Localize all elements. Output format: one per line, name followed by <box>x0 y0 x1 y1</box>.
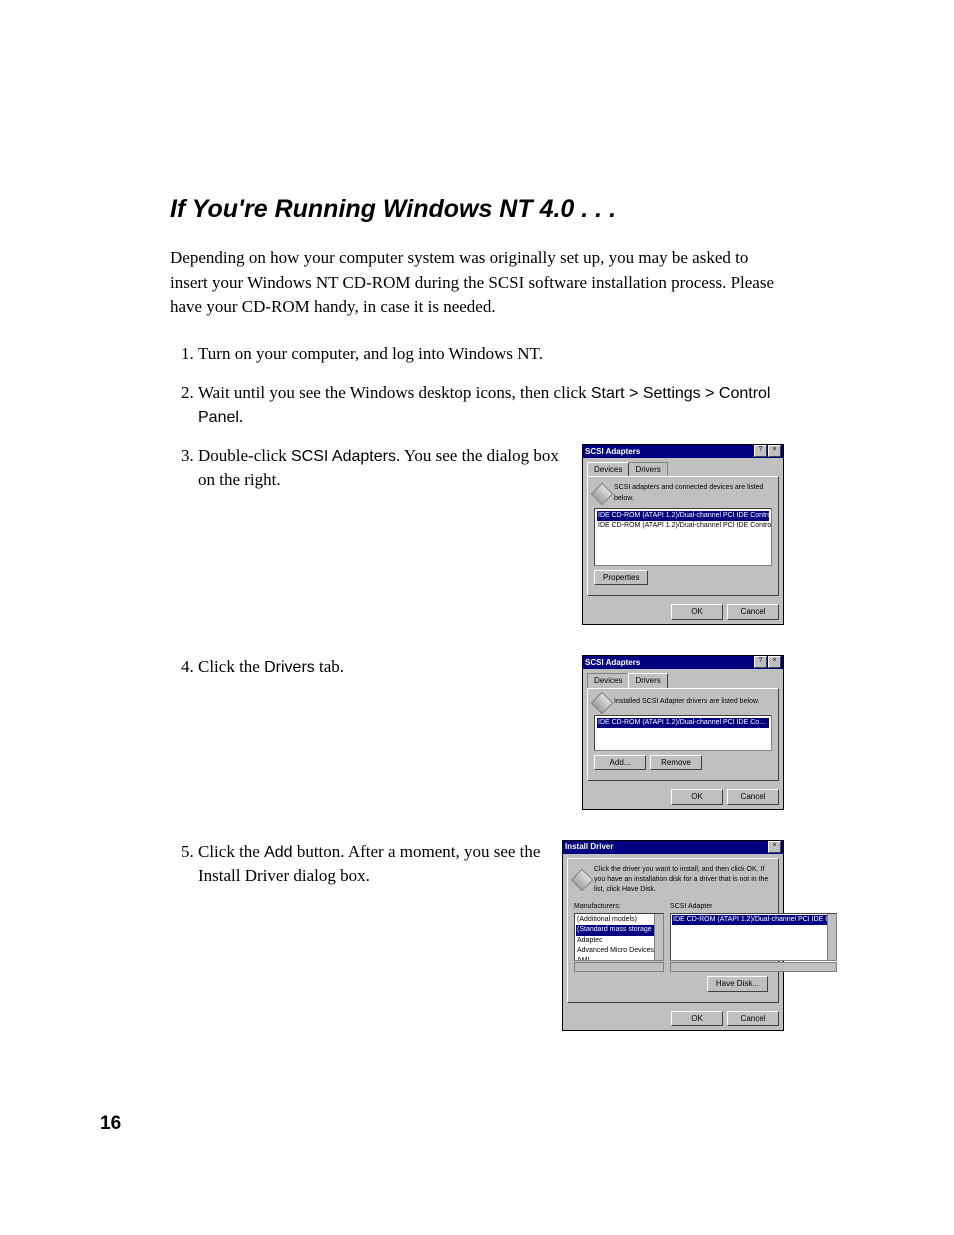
dialog1-description: SCSI adapters and connected devices are … <box>614 483 772 503</box>
dialog1-title: SCSI Adapters <box>585 446 753 458</box>
mfr-item[interactable]: (Additional models) <box>576 915 662 925</box>
driver-item-1[interactable]: IDE CD-ROM (ATAPI 1.2)/Dual-channel PCI … <box>597 718 769 728</box>
step-5-ui: Add <box>264 844 292 861</box>
step-3-text-a: Double-click <box>198 446 291 465</box>
close-icon[interactable]: × <box>768 656 781 668</box>
tab-drivers[interactable]: Drivers <box>628 673 667 688</box>
driver-name: IDE CD-ROM (ATAPI 1.2)/Dual-channel PCI … <box>598 719 765 726</box>
cancel-button[interactable]: Cancel <box>727 1011 779 1027</box>
cancel-button[interactable]: Cancel <box>727 604 779 620</box>
have-disk-button[interactable]: Have Disk... <box>707 976 768 992</box>
step-4-ui: Drivers <box>264 659 315 676</box>
step-5: Click the Add button. After a moment, yo… <box>198 840 784 1048</box>
dialog3-description: Click the driver you want to install, an… <box>594 865 772 895</box>
close-icon[interactable]: × <box>768 841 781 853</box>
scrollbar[interactable] <box>670 962 837 972</box>
page-number: 16 <box>100 1113 121 1135</box>
cancel-button[interactable]: Cancel <box>727 789 779 805</box>
remove-button[interactable]: Remove <box>650 755 702 771</box>
tab-drivers[interactable]: Drivers <box>628 462 667 477</box>
install-driver-dialog: Install Driver × Click the driver you wa… <box>562 840 784 1032</box>
step-1: Turn on your computer, and log into Wind… <box>198 342 784 367</box>
properties-button[interactable]: Properties <box>594 570 648 586</box>
help-icon[interactable]: ? <box>754 445 767 457</box>
scsi-adapters-dialog-devices: SCSI Adapters ? × Devices Drivers SCSI a… <box>582 444 784 625</box>
step-5-text-a: Click the <box>198 842 264 861</box>
step-2-text-a: Wait until you see the Windows desktop i… <box>198 383 591 402</box>
mfr-item[interactable]: Adaptec <box>576 936 662 946</box>
mfr-item[interactable]: (Standard mass storage co <box>576 925 662 935</box>
ok-button[interactable]: OK <box>671 604 723 620</box>
scsi-adapter-label: SCSI Adapter <box>670 902 837 912</box>
scrollbar[interactable] <box>574 962 664 972</box>
manufacturers-list[interactable]: (Additional models) (Standard mass stora… <box>574 913 664 961</box>
step-4: Click the Drivers tab. SCSI Adapters ? ×… <box>198 655 784 826</box>
tab-devices[interactable]: Devices <box>587 673 629 688</box>
step-2: Wait until you see the Windows desktop i… <box>198 381 784 430</box>
close-icon[interactable]: × <box>768 445 781 457</box>
scrollbar[interactable] <box>654 914 663 960</box>
ok-button[interactable]: OK <box>671 789 723 805</box>
step-4-text-a: Click the <box>198 657 264 676</box>
scrollbar[interactable] <box>827 914 836 960</box>
mfr-item[interactable]: Advanced Micro Devices ( <box>576 946 662 956</box>
manufacturers-label: Manufacturers: <box>574 902 664 912</box>
tab-devices[interactable]: Devices <box>587 462 629 477</box>
dialog2-description: Installed SCSI Adapter drivers are liste… <box>614 697 760 707</box>
adapter-list[interactable]: IDE CD-ROM (ATAPI 1.2)/Dual-channel PCI … <box>670 913 837 961</box>
scsi-icon <box>571 869 594 892</box>
scsi-adapters-dialog-drivers: SCSI Adapters ? × Devices Drivers Instal… <box>582 655 784 810</box>
dialog3-title: Install Driver <box>565 841 767 853</box>
adapter-item[interactable]: IDE CD-ROM (ATAPI 1.2)/Dual-channel PCI … <box>672 915 835 925</box>
ok-button[interactable]: OK <box>671 1011 723 1027</box>
step-3: Double-click SCSI Adapters. You see the … <box>198 444 784 641</box>
intro-paragraph: Depending on how your computer system wa… <box>170 246 784 320</box>
mfr-item[interactable]: AMI <box>576 956 662 961</box>
device-item-1[interactable]: IDE CD-ROM (ATAPI 1.2)/Dual-channel PCI … <box>597 511 769 521</box>
add-button[interactable]: Add... <box>594 755 646 771</box>
step-2-text-c: . <box>239 407 243 426</box>
dialog2-title: SCSI Adapters <box>585 657 753 669</box>
step-4-text-c: tab. <box>315 657 344 676</box>
scsi-icon <box>591 691 614 714</box>
section-heading: If You're Running Windows NT 4.0 . . . <box>170 195 784 224</box>
scsi-icon <box>591 482 614 505</box>
device-item-2[interactable]: IDE CD-ROM (ATAPI 1.2)/Dual-channel PCI … <box>597 521 769 531</box>
help-icon[interactable]: ? <box>754 656 767 668</box>
driver-status: (Started) <box>741 728 768 738</box>
device-list[interactable]: IDE CD-ROM (ATAPI 1.2)/Dual-channel PCI … <box>594 508 772 566</box>
step-3-ui: SCSI Adapters <box>291 448 396 465</box>
driver-list[interactable]: IDE CD-ROM (ATAPI 1.2)/Dual-channel PCI … <box>594 715 772 751</box>
